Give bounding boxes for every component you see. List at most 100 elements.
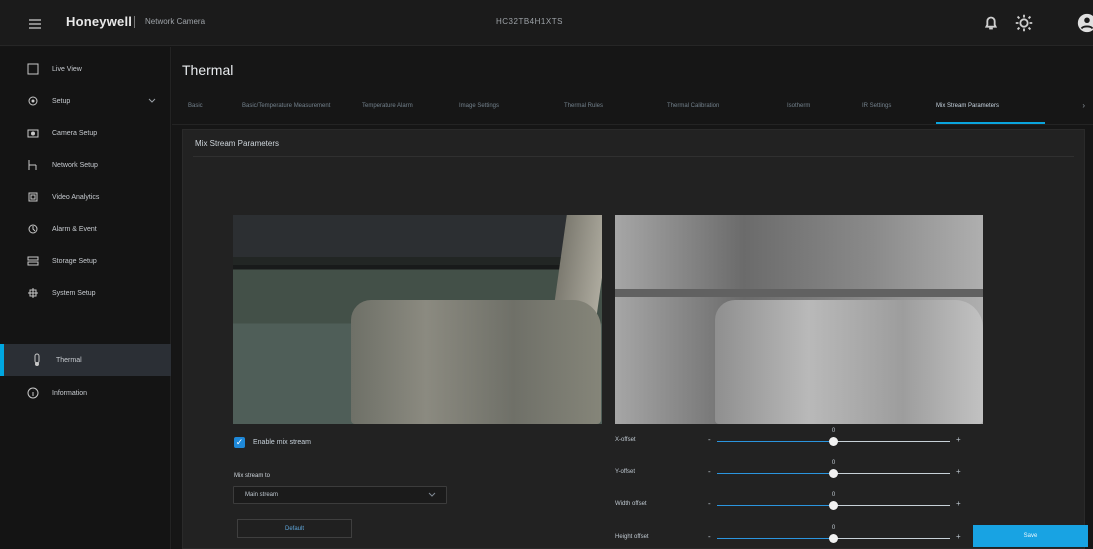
sidebar: Live View Setup Camera Setup Network Set… — [0, 47, 171, 549]
height-offset-slider-row: Height offset - 0 + — [615, 525, 985, 549]
enable-mix-stream-label: Enable mix stream — [253, 439, 311, 446]
width-offset-plus[interactable]: + — [956, 499, 961, 508]
storage-icon — [26, 254, 40, 268]
sidebar-item-label: Alarm & Event — [52, 225, 97, 233]
top-bar: Honeywell Network Camera HC32TB4H1XTS — [0, 0, 1093, 46]
thermal-background-beam — [615, 289, 983, 297]
thermal-cloth — [715, 300, 983, 424]
tab-temperature-measurement[interactable]: Basic/Temperature Measurement — [242, 103, 330, 109]
tab-image-settings[interactable]: Image Settings — [459, 103, 499, 109]
sidebar-item-thermal[interactable]: Thermal — [0, 344, 171, 376]
x-offset-plus[interactable]: + — [956, 435, 961, 444]
live-view-icon — [26, 62, 40, 76]
height-offset-plus[interactable]: + — [956, 532, 961, 541]
tab-isotherm[interactable]: Isotherm — [787, 103, 810, 109]
y-offset-slider-row: Y-offset - 0 + — [615, 460, 985, 484]
x-offset-label: X-offset — [615, 437, 636, 443]
sidebar-item-setup[interactable]: Setup — [0, 85, 171, 117]
thermal-tabs: Basic Basic/Temperature Measurement Temp… — [172, 91, 1093, 125]
tab-mix-stream-parameters[interactable]: Mix Stream Parameters — [936, 103, 999, 109]
page-title: Thermal — [182, 62, 234, 78]
sidebar-item-video-analytics[interactable]: Video Analytics — [0, 181, 171, 213]
menu-icon[interactable] — [29, 19, 41, 29]
sidebar-item-network-setup[interactable]: Network Setup — [0, 149, 171, 181]
panel-divider — [193, 156, 1074, 157]
preview-cloth — [351, 300, 601, 424]
y-offset-thumb[interactable] — [829, 469, 838, 478]
sidebar-item-label: Live View — [52, 65, 82, 73]
y-offset-fill — [717, 473, 834, 474]
mix-stream-select[interactable]: Main stream — [233, 486, 447, 504]
info-icon — [26, 386, 40, 400]
mix-stream-selected-value: Main stream — [245, 492, 279, 498]
system-icon — [26, 286, 40, 300]
active-tab-indicator — [936, 122, 1045, 124]
tab-basic[interactable]: Basic — [188, 103, 203, 109]
y-offset-label: Y-offset — [615, 469, 636, 475]
bell-icon[interactable] — [980, 12, 1002, 34]
height-offset-fill — [717, 538, 834, 539]
sidebar-item-information[interactable]: Information — [0, 377, 171, 409]
tab-thermal-rules[interactable]: Thermal Rules — [564, 103, 603, 109]
tab-temperature-alarm[interactable]: Temperature Alarm — [362, 103, 413, 109]
sidebar-item-label: Video Analytics — [52, 193, 100, 201]
width-offset-slider-row: Width offset - 0 + — [615, 492, 985, 516]
brand-divider — [134, 16, 135, 28]
user-icon[interactable] — [1076, 12, 1093, 34]
x-offset-thumb[interactable] — [829, 437, 838, 446]
preview-background-beam — [233, 257, 602, 265]
height-offset-minus[interactable]: - — [708, 532, 711, 541]
width-offset-value: 0 — [831, 492, 836, 498]
analytics-icon — [26, 190, 40, 204]
sidebar-item-label: Storage Setup — [52, 257, 97, 265]
y-offset-minus[interactable]: - — [708, 467, 711, 476]
y-offset-plus[interactable]: + — [956, 467, 961, 476]
mix-stream-panel: Mix Stream Parameters ✓ Enable mix strea… — [182, 129, 1088, 549]
default-button[interactable]: Default — [237, 519, 352, 538]
thermal-camera-preview — [615, 215, 983, 424]
sidebar-item-label: Network Setup — [52, 161, 98, 169]
gear-icon — [26, 94, 40, 108]
sidebar-item-label: System Setup — [52, 289, 96, 297]
honeywell-logo: Honeywell — [66, 14, 133, 29]
save-button[interactable]: Save — [973, 525, 1088, 547]
x-offset-fill — [717, 441, 834, 442]
height-offset-value: 0 — [831, 525, 836, 531]
x-offset-value: 0 — [831, 428, 836, 434]
tab-ir-settings[interactable]: IR Settings — [862, 103, 891, 109]
y-offset-value: 0 — [831, 460, 836, 466]
width-offset-minus[interactable]: - — [708, 499, 711, 508]
sidebar-item-live-view[interactable]: Live View — [0, 53, 171, 85]
network-icon — [26, 158, 40, 172]
x-offset-minus[interactable]: - — [708, 435, 711, 444]
x-offset-slider-row: X-offset - 0 + — [615, 428, 985, 452]
visible-camera-preview — [233, 215, 602, 424]
sidebar-item-label: Camera Setup — [52, 129, 98, 137]
camera-icon — [26, 126, 40, 140]
panel-title: Mix Stream Parameters — [195, 139, 280, 148]
product-title: Network Camera — [145, 17, 206, 26]
sidebar-item-label: Thermal — [56, 356, 82, 364]
sidebar-item-storage-setup[interactable]: Storage Setup — [0, 245, 171, 277]
main-content: Thermal Basic Basic/Temperature Measurem… — [172, 47, 1093, 549]
chevron-down-icon — [428, 491, 436, 499]
height-offset-label: Height offset — [615, 534, 649, 540]
tab-thermal-calibration[interactable]: Thermal Calibration — [667, 103, 719, 109]
settings-icon[interactable] — [1013, 12, 1035, 34]
width-offset-fill — [717, 505, 834, 506]
sidebar-item-system-setup[interactable]: System Setup — [0, 277, 171, 309]
mix-stream-to-label: Mix stream to — [234, 473, 271, 479]
sidebar-item-camera-setup[interactable]: Camera Setup — [0, 117, 171, 149]
chevron-down-icon — [148, 97, 156, 105]
sidebar-item-label: Setup — [52, 97, 71, 105]
width-offset-label: Width offset — [615, 501, 647, 507]
enable-mix-stream-checkbox[interactable]: ✓ — [234, 437, 245, 448]
thermal-icon — [30, 353, 44, 367]
sidebar-item-label: Information — [52, 389, 88, 397]
chevron-right-icon[interactable]: › — [1082, 101, 1085, 110]
alarm-icon — [26, 222, 40, 236]
height-offset-thumb[interactable] — [829, 534, 838, 543]
width-offset-thumb[interactable] — [829, 501, 838, 510]
sidebar-item-alarm-event[interactable]: Alarm & Event — [0, 213, 171, 245]
camera-model: HC32TB4H1XTS — [496, 17, 563, 26]
